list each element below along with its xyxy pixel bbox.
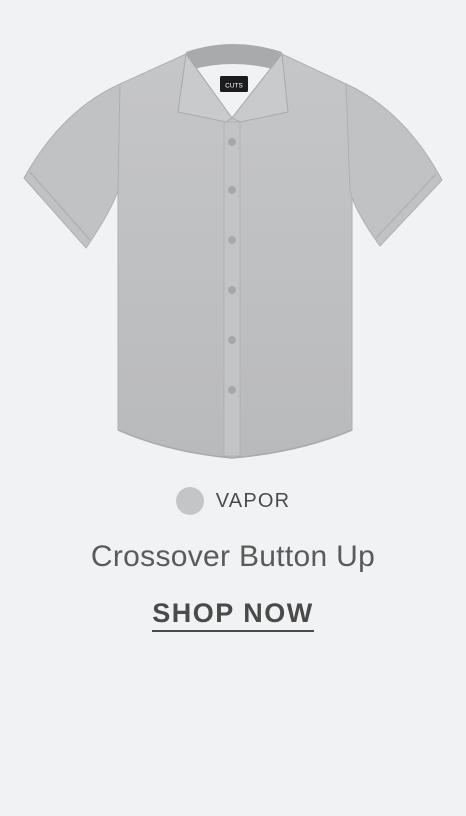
color-name: VAPOR <box>215 489 291 512</box>
color-swatch[interactable] <box>175 487 204 515</box>
shop-now-link[interactable]: SHOP NOW <box>152 598 314 632</box>
product-image[interactable]: CUTS <box>0 0 466 470</box>
product-card[interactable]: CUTS VAPOR Crossover Button Up SHOP NOW <box>0 0 466 816</box>
color-swatch-row[interactable]: VAPOR <box>0 487 466 515</box>
product-title[interactable]: Crossover Button Up <box>0 540 466 574</box>
shirt-illustration: CUTS <box>23 44 443 459</box>
svg-text:CUTS: CUTS <box>225 83 243 90</box>
